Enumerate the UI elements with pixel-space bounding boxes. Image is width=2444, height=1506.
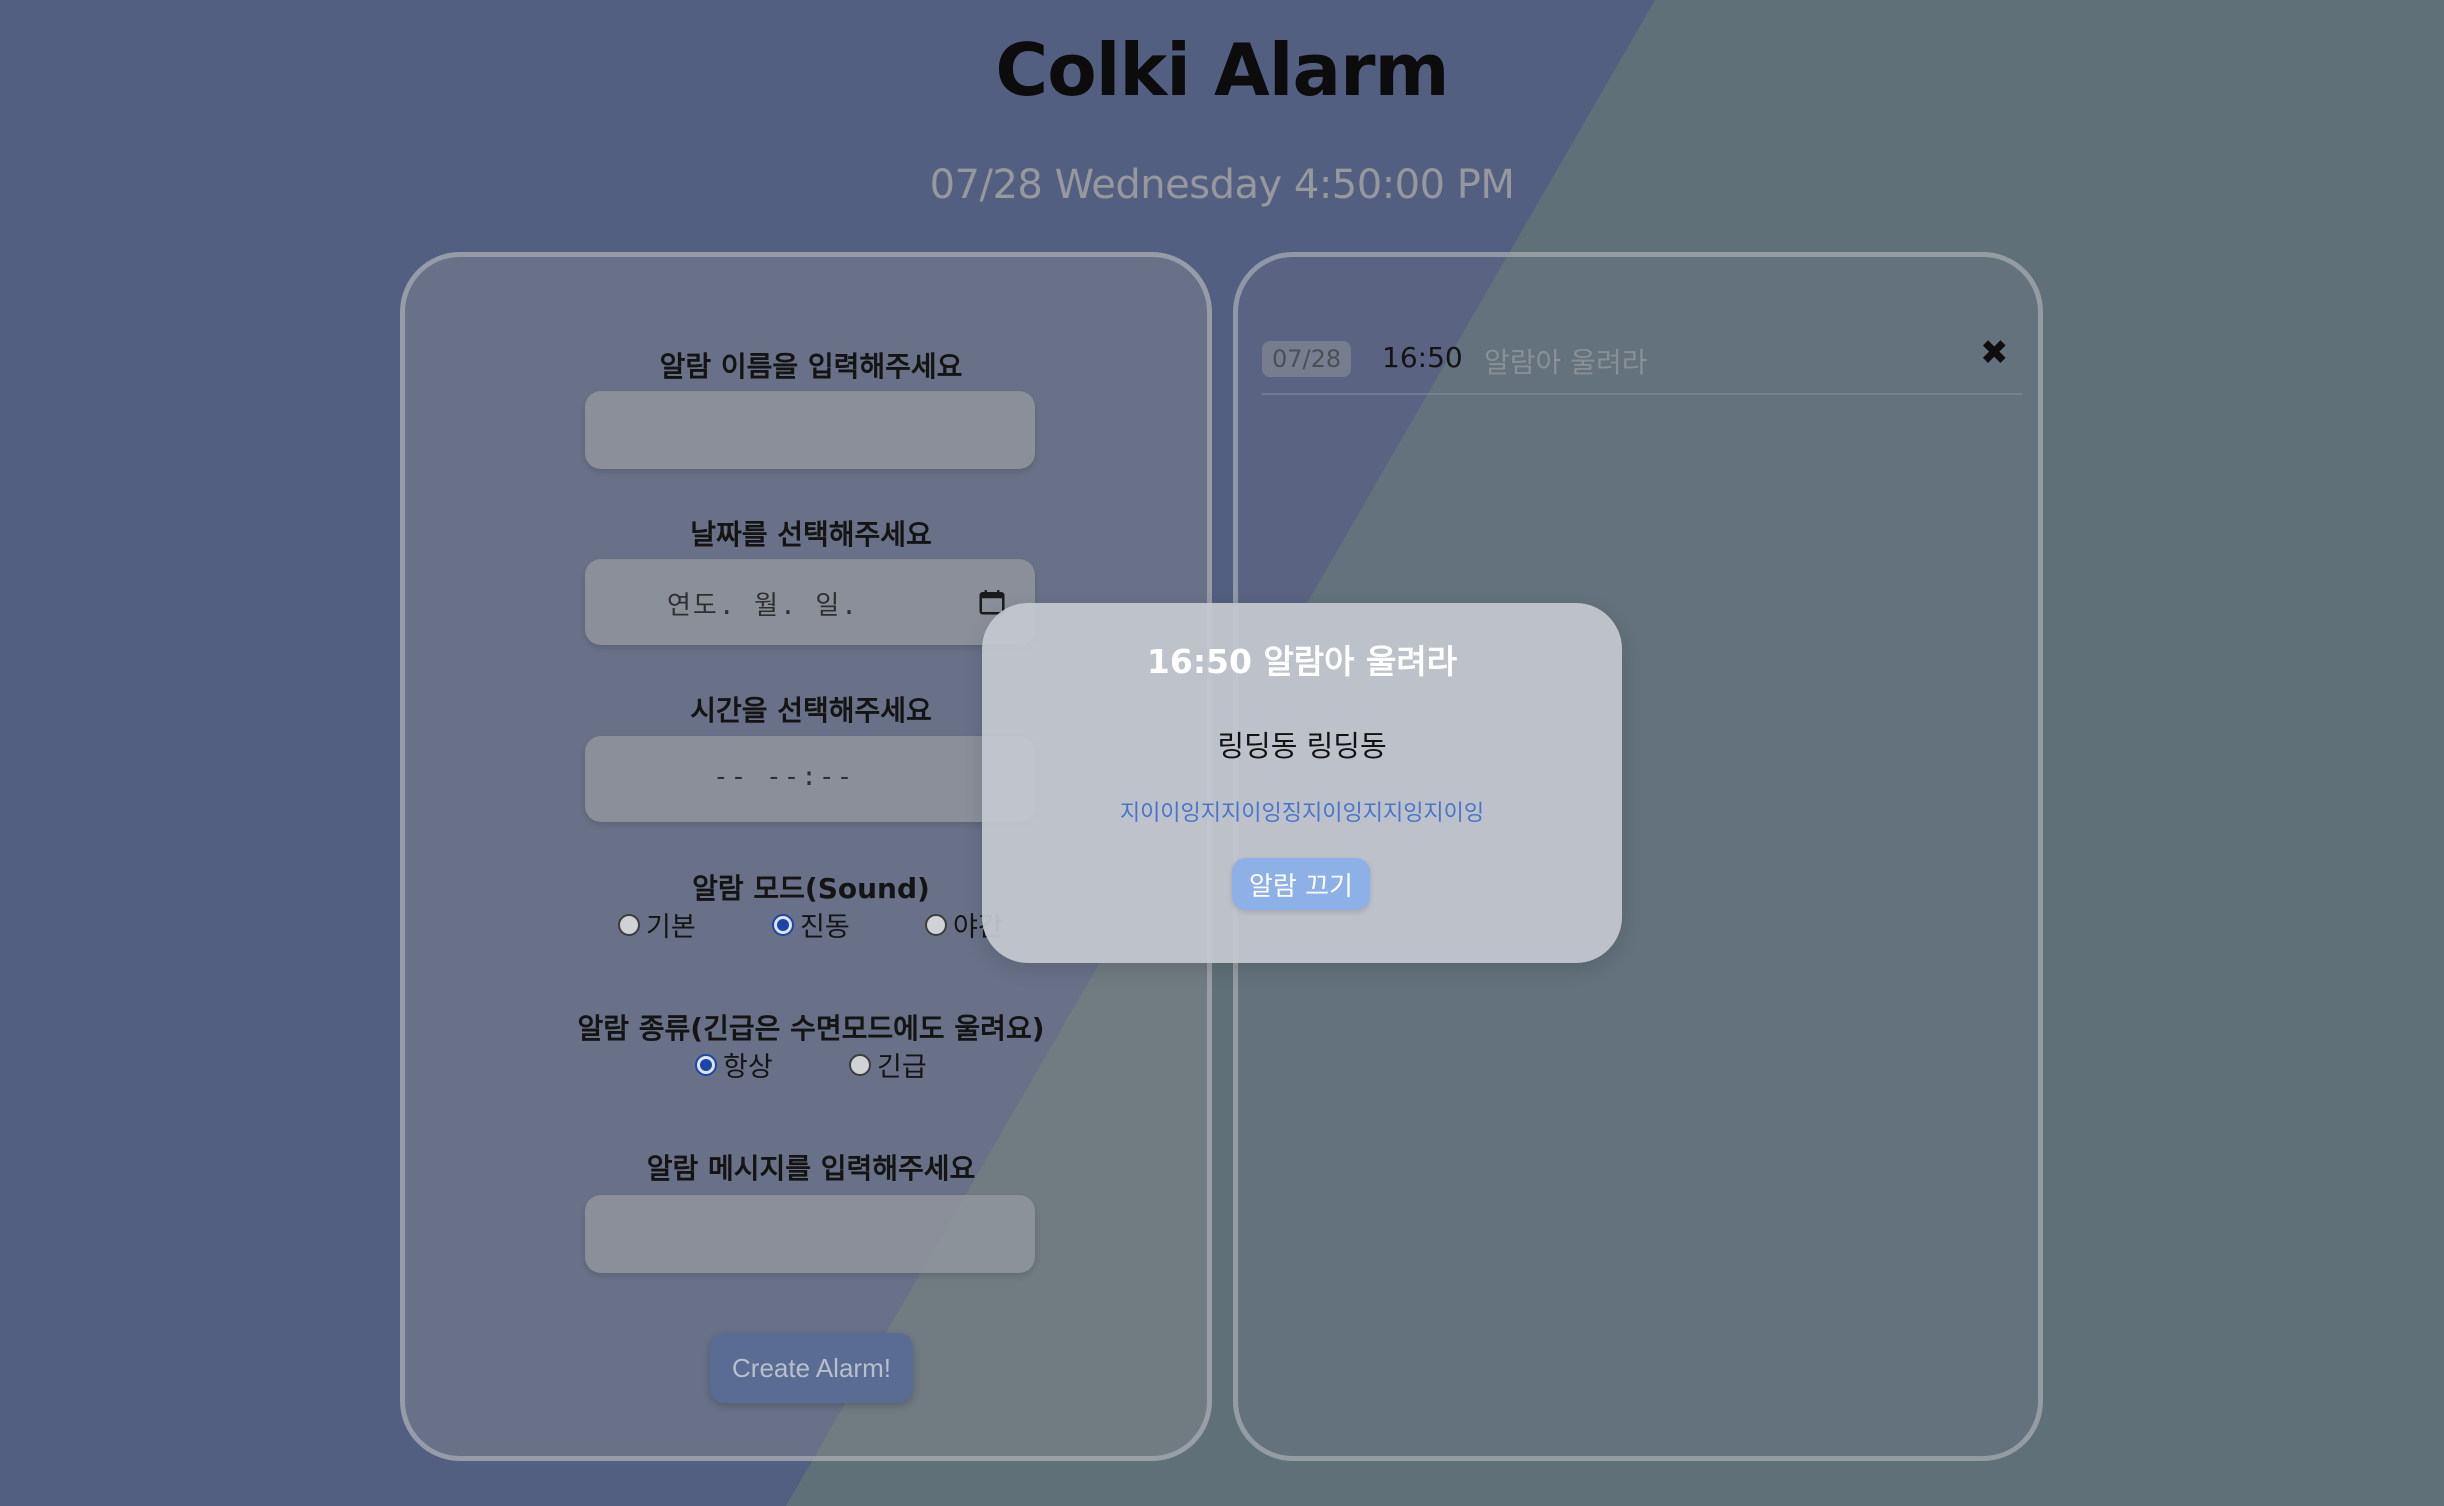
radio-button[interactable] (695, 1053, 717, 1076)
current-datetime: 07/28 Wednesday 4:50:00 PM (929, 162, 1515, 208)
radio-button[interactable] (772, 913, 794, 936)
date-placeholder: 연도. 월. 일. (667, 591, 859, 621)
alarm-date-badge: 07/28 (1262, 341, 1352, 377)
type-option-always[interactable]: 항상 (695, 1045, 773, 1084)
mode-option-vibrate[interactable]: 진동 (772, 905, 850, 944)
radio-button[interactable] (925, 913, 947, 936)
radio-label: 진동 (800, 912, 850, 943)
radio-button[interactable] (618, 913, 640, 936)
message-label: 알람 메시지를 입력해주세요 (646, 1152, 976, 1185)
time-placeholder: -- --:-- (713, 762, 855, 792)
radio-label: 긴급 (877, 1052, 927, 1083)
alarm-list-item[interactable]: 07/28 16:50 알람아 울려라 ✖ (1262, 327, 2022, 395)
alarm-name-input[interactable] (585, 391, 1035, 469)
alarm-name-label: 알람 이름을 입력해주세요 (659, 350, 963, 383)
type-label: 알람 종류(긴급은 수면모드에도 울려요) (577, 1012, 1045, 1045)
alarm-time: 16:50 (1382, 341, 1463, 374)
radio-label: 기본 (646, 912, 696, 943)
alarm-message-input[interactable] (585, 1195, 1035, 1273)
date-input[interactable]: 연도. 월. 일. (585, 559, 1035, 645)
alarm-name: 알람아 울려라 (1484, 346, 1648, 379)
modal-sub-message: 지이이잉지지이잉징지이잉지지잉지이잉 (1119, 801, 1485, 826)
create-alarm-button[interactable]: Create Alarm! (710, 1333, 913, 1403)
type-radio-group: 항상 긴급 (405, 1045, 1217, 1084)
type-option-urgent[interactable]: 긴급 (849, 1045, 927, 1084)
radio-label: 항상 (723, 1052, 773, 1083)
modal-message: 링딩동 링딩동 (1217, 729, 1387, 763)
mode-option-basic[interactable]: 기본 (618, 905, 696, 944)
time-input[interactable]: -- --:-- (585, 736, 1035, 822)
dismiss-alarm-button[interactable]: 알람 끄기 (1232, 858, 1370, 910)
app-title: Colki Alarm (995, 28, 1449, 112)
close-icon[interactable]: ✖ (1980, 333, 2009, 373)
alarm-ringing-modal: 16:50 알람아 울려라 링딩동 링딩동 지이이잉지지이잉징지이잉지지잉지이잉… (982, 603, 1622, 963)
modal-title: 16:50 알람아 울려라 (1146, 642, 1458, 681)
radio-button[interactable] (849, 1053, 871, 1076)
date-label: 날짜를 선택해주세요 (690, 518, 932, 551)
